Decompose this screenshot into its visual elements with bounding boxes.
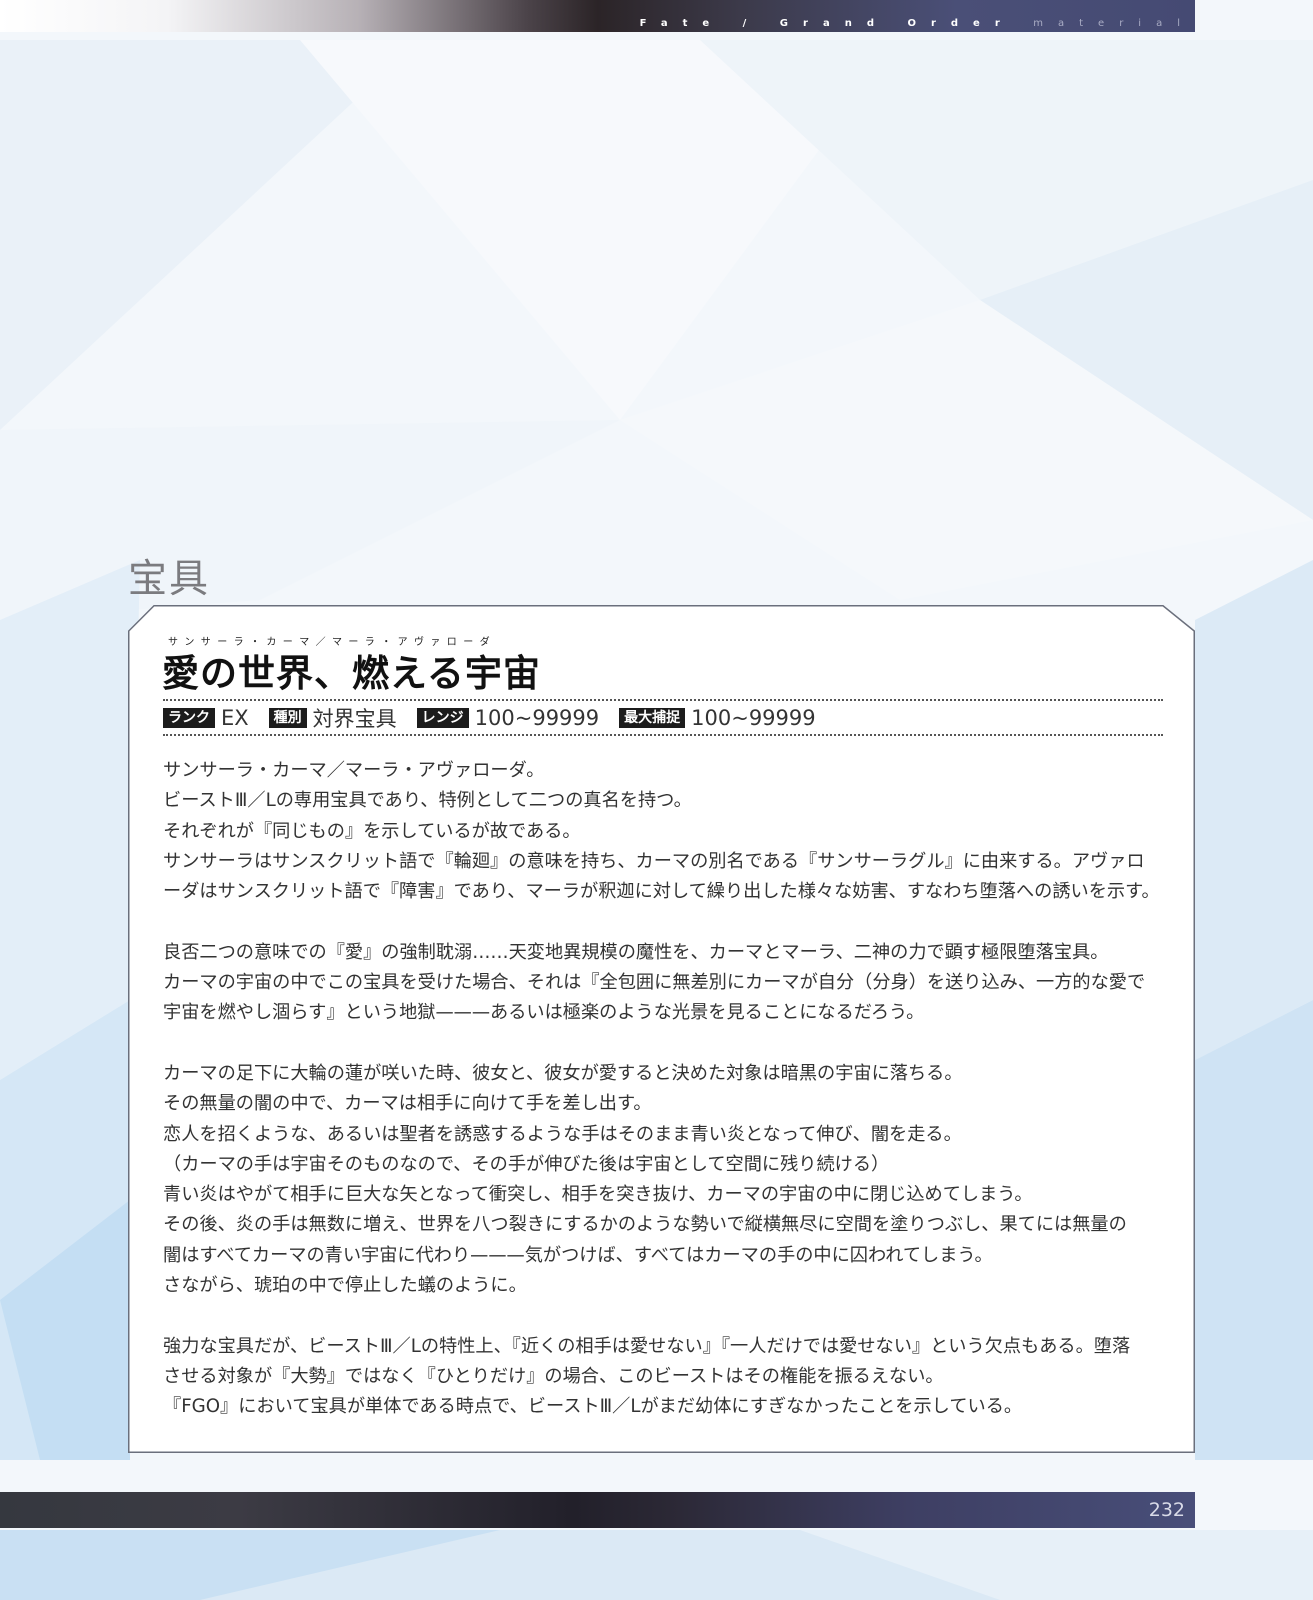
stat-label-range: レンジ <box>416 708 469 728</box>
body-line: その後、炎の手は無数に増え、世界を八つ裂きにするかのような勢いで縦横無尽に空間を… <box>163 1214 1127 1236</box>
body-line: サンサーラ・カーマ／マーラ・アヴァローダ。 <box>163 760 545 781</box>
noble-phantasm-name: 愛の世界、燃える宇宙 <box>162 652 541 695</box>
body-line: サンサーラはサンスクリット語で『輪廻』の意味を持ち、カーマの別名である『サンサー… <box>163 850 1145 872</box>
stat-value-range: 100~99999 <box>474 706 600 730</box>
body-line: カーマの宇宙の中でこの宝具を受けた場合、それは『全包囲に無差別にカーマが自分（分… <box>163 972 1146 994</box>
header-bar: Fate / Grand Order material <box>0 0 1195 32</box>
header-series-bold: Fate / Grand Order <box>639 18 1015 29</box>
footer-bar: 232 <box>0 1492 1195 1528</box>
header-series-title: Fate / Grand Order material <box>640 16 1195 32</box>
body-line: 青い炎はやがて相手に巨大な矢となって衝突し、相手を突き抜け、カーマの宇宙の中に閉… <box>163 1184 1033 1206</box>
stats-row: ランク EX 種別 対界宝具 レンジ 100~99999 最大捕捉 100~99… <box>163 706 836 731</box>
body-line: させる対象が『大勢』ではなく『ひとりだけ』の場合、このビーストはその権能を振るえ… <box>163 1365 944 1387</box>
section-title: 宝具 <box>128 557 211 602</box>
body-line: ビーストⅢ／Lの専用宝具であり、特例として二つの真名を持つ。 <box>163 790 692 812</box>
stats-divider-bottom <box>163 734 1163 736</box>
description-body: サンサーラ・カーマ／マーラ・アヴァローダ。 ビーストⅢ／Lの専用宝具であり、特例… <box>163 756 1188 1423</box>
stat-label-type: 種別 <box>268 708 307 728</box>
stat-value-rank: EX <box>221 706 249 730</box>
stat-label-rank: ランク <box>163 708 215 728</box>
body-line: さながら、琥珀の中で停止した蟻のように。 <box>163 1275 527 1297</box>
stats-divider-top <box>163 699 1163 701</box>
stat-value-max-targets: 100~99999 <box>691 706 816 730</box>
body-line: 闇はすべてカーマの青い宇宙に代わり———気がつけば、すべてはカーマの手の中に囚わ… <box>163 1244 993 1266</box>
body-line: 強力な宝具だが、ビーストⅢ／Lの特性上、『近くの相手は愛せない』『一人だけでは愛… <box>163 1335 1131 1357</box>
header-series-light: material <box>1033 18 1195 29</box>
body-line: カーマの足下に大輪の蓮が咲いた時、彼女と、彼女が愛すると決めた対象は暗黒の宇宙に… <box>163 1062 963 1084</box>
body-line: （カーマの手は宇宙そのものなので、その手が伸びた後は宇宙として空間に残り続ける） <box>163 1153 890 1175</box>
body-line: 恋人を招くような、あるいは聖者を誘惑するような手はそのまま青い炎となって伸び、闇… <box>163 1123 962 1145</box>
body-line: その無量の闇の中で、カーマは相手に向けて手を差し出す。 <box>163 1093 652 1115</box>
stat-label-max-targets: 最大捕捉 <box>619 708 686 728</box>
page-number: 232 <box>1148 1499 1185 1521</box>
body-line: 『FGO』において宝具が単体である時点で、ビーストⅢ／Lがまだ幼体にすぎなかった… <box>163 1396 1023 1418</box>
body-line: 宇宙を燃やし涸らす』という地獄———あるいは極楽のような光景を見ることになるだろ… <box>163 1002 925 1024</box>
body-line: 良否二つの意味での『愛』の強制耽溺……天変地異規模の魔性を、カーマとマーラ、二神… <box>163 941 1109 963</box>
body-line: それぞれが『同じもの』を示しているが故である。 <box>163 820 581 842</box>
body-line: ーダはサンスクリット語で『障害』であり、マーラが釈迦に対して繰り出した様々な妨害… <box>163 881 1160 903</box>
stat-value-type: 対界宝具 <box>312 707 397 731</box>
